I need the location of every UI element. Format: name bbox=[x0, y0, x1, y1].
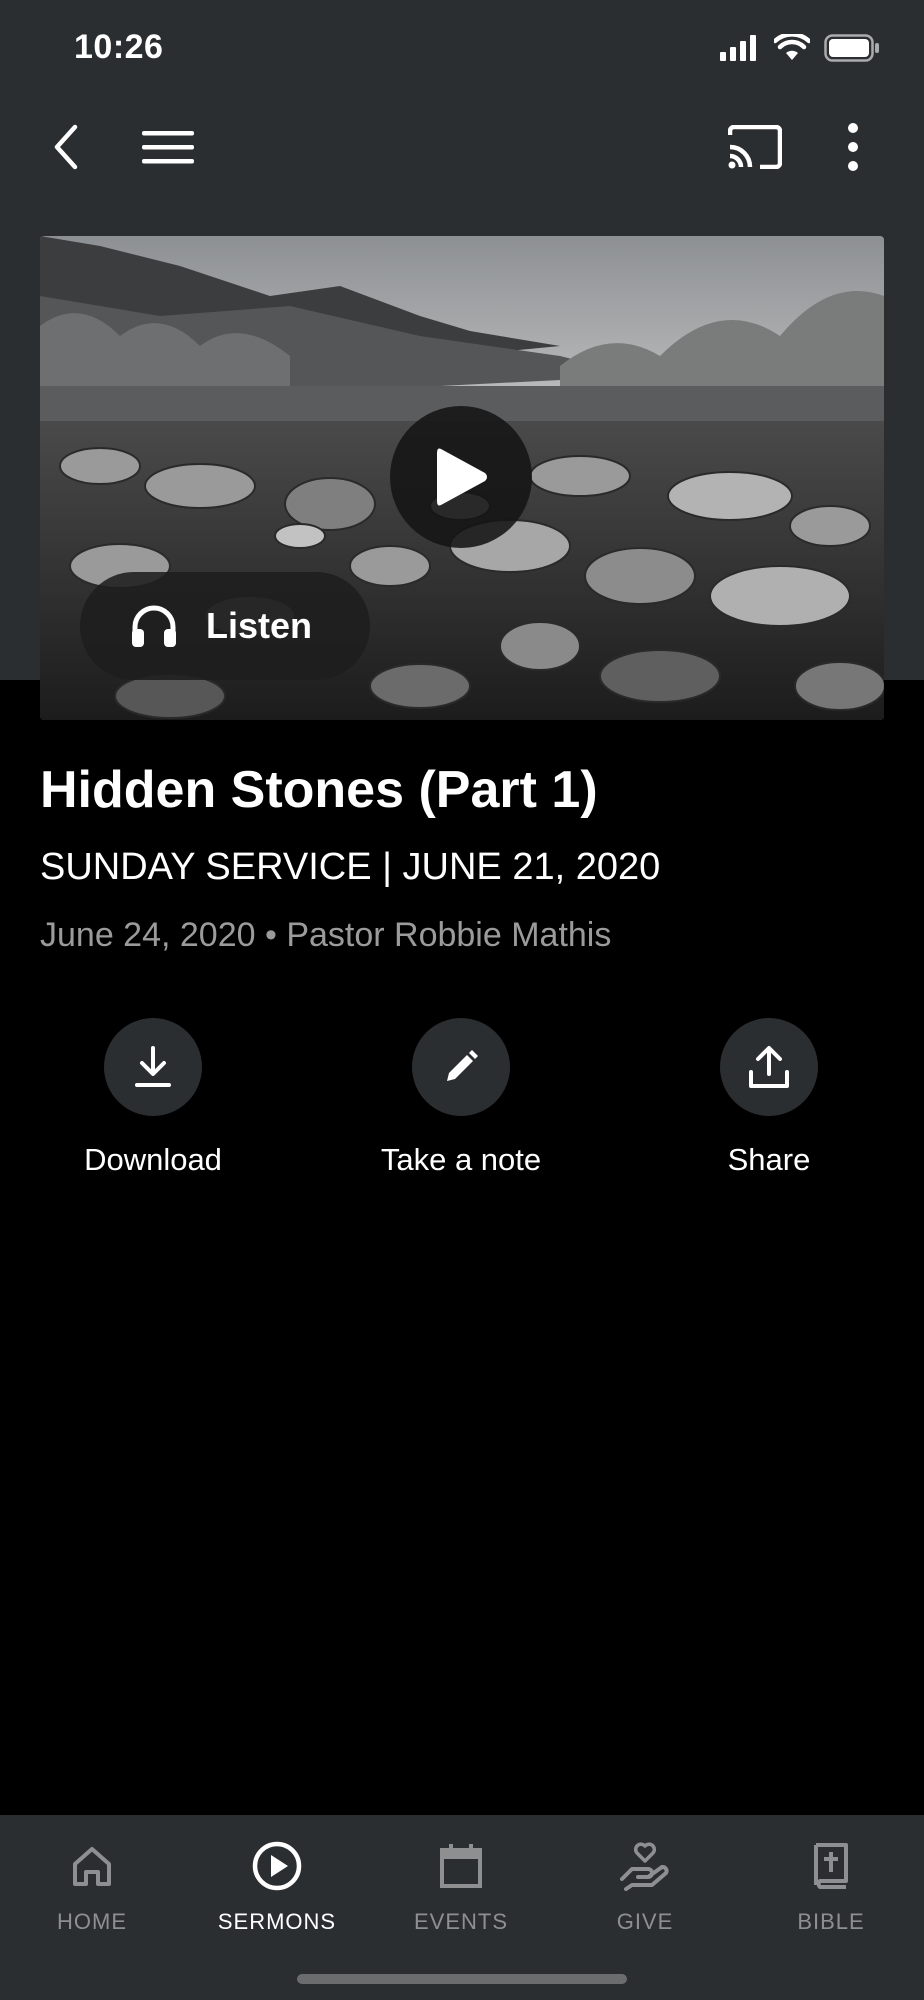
battery-icon bbox=[824, 34, 879, 62]
play-button[interactable] bbox=[390, 406, 532, 548]
play-icon bbox=[437, 448, 487, 506]
status-bar: 10:26 bbox=[0, 0, 924, 100]
more-options-button[interactable] bbox=[818, 112, 888, 182]
more-vertical-icon bbox=[848, 123, 858, 171]
headphones-icon bbox=[132, 605, 176, 647]
listen-button[interactable]: Listen bbox=[80, 572, 370, 680]
nav-events[interactable]: EVENTS bbox=[371, 1835, 551, 1935]
sermon-meta: June 24, 2020 • Pastor Robbie Mathis bbox=[40, 916, 612, 954]
home-indicator bbox=[297, 1974, 627, 1984]
nav-home-label: HOME bbox=[57, 1909, 127, 1934]
take-note-button[interactable]: Take a note bbox=[341, 1018, 581, 1178]
listen-label: Listen bbox=[206, 605, 313, 646]
bottom-navigation: HOME SERMONS EVENTS GIVE BIBLE bbox=[0, 1815, 924, 2000]
share-label: Share bbox=[727, 1142, 811, 1177]
nav-events-label: EVENTS bbox=[413, 1909, 509, 1934]
share-circle[interactable] bbox=[720, 1018, 818, 1116]
sermon-title: Hidden Stones (Part 1) bbox=[40, 761, 598, 819]
take-note-circle[interactable] bbox=[412, 1018, 510, 1116]
download-button[interactable]: Download bbox=[33, 1018, 273, 1178]
hamburger-menu-icon bbox=[142, 131, 194, 164]
sermon-artwork[interactable]: Listen bbox=[40, 236, 884, 720]
nav-bible-label: BIBLE bbox=[797, 1909, 865, 1934]
menu-button[interactable] bbox=[133, 112, 203, 182]
back-button[interactable] bbox=[32, 112, 102, 182]
nav-sermons[interactable]: SERMONS bbox=[187, 1835, 367, 1935]
nav-bible[interactable]: BIBLE bbox=[741, 1835, 921, 1935]
signal-icon bbox=[720, 35, 756, 61]
download-label: Download bbox=[84, 1142, 222, 1177]
status-icons bbox=[720, 34, 880, 62]
play-circle-icon bbox=[252, 1841, 302, 1891]
cast-button[interactable] bbox=[720, 112, 790, 182]
chevron-left-icon bbox=[54, 124, 78, 170]
download-circle[interactable] bbox=[104, 1018, 202, 1116]
give-hand-heart-icon bbox=[620, 1842, 669, 1891]
share-button[interactable]: Share bbox=[649, 1018, 889, 1178]
nav-give[interactable]: GIVE bbox=[555, 1835, 735, 1935]
take-note-label: Take a note bbox=[380, 1142, 542, 1177]
pencil-icon bbox=[447, 1050, 478, 1081]
sermon-series: SUNDAY SERVICE | JUNE 21, 2020 bbox=[40, 846, 661, 888]
calendar-icon bbox=[440, 1844, 482, 1888]
share-icon bbox=[749, 1046, 789, 1088]
nav-sermons-label: SERMONS bbox=[217, 1909, 337, 1934]
download-icon bbox=[135, 1046, 171, 1087]
app-bar bbox=[0, 100, 924, 200]
nav-home[interactable]: HOME bbox=[2, 1835, 182, 1935]
bible-icon bbox=[814, 1843, 848, 1889]
cast-icon bbox=[728, 125, 782, 169]
wifi-icon bbox=[774, 34, 810, 60]
home-icon bbox=[73, 1847, 111, 1886]
status-time: 10:26 bbox=[74, 28, 164, 66]
nav-give-label: GIVE bbox=[616, 1909, 674, 1934]
